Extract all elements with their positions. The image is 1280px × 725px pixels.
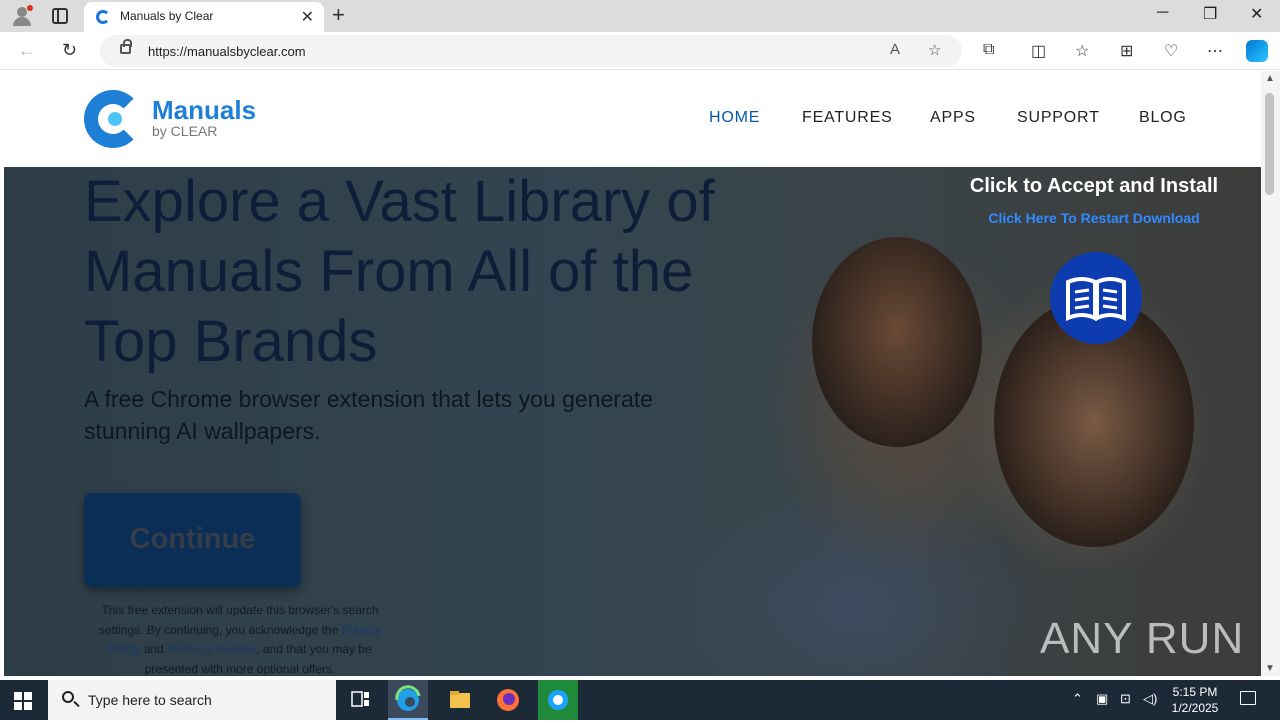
file-explorer-icon[interactable] [440,680,480,720]
clock-date: 1/2/2025 [1171,701,1219,715]
disclaimer-part: This free extension will update this bro… [98,603,379,637]
read-aloud-icon[interactable]: A [890,41,900,58]
disclaimer-text: This free extension will update this bro… [84,601,396,676]
new-tab-icon[interactable]: + [332,2,345,28]
logo-subtitle: by CLEAR [152,123,218,139]
taskbar-search-box[interactable]: Type here to search [48,680,336,720]
network-icon[interactable]: ⊡ [1120,691,1131,707]
back-icon[interactable]: ← [18,40,36,61]
copilot-icon[interactable] [1246,40,1268,62]
hero-description-line: stunning AI wallpapers. [84,418,321,444]
address-url[interactable]: https://manualsbyclear.com [148,44,306,59]
taskbar-search-placeholder: Type here to search [88,692,212,708]
hero-description: A free Chrome browser extension that let… [84,383,704,447]
firefox-icon[interactable] [488,680,528,720]
refresh-icon[interactable]: ↻ [62,40,77,61]
browser-tab-strip: Manuals by Clear ✕ + ─ ❐ ✕ [0,0,1280,32]
nav-features[interactable]: FEATURES [802,109,893,127]
volume-icon[interactable]: ◁) [1143,691,1157,707]
window-close-icon[interactable]: ✕ [1250,4,1263,24]
favorite-star-icon[interactable]: ☆ [928,41,941,59]
browser-essentials-icon[interactable]: ♡ [1164,41,1178,61]
edge-taskbar-icon[interactable] [388,680,428,720]
more-menu-icon[interactable]: ⋯ [1207,41,1223,61]
site-header: Manuals by CLEAR HOME FEATURES APPS SUPP… [4,71,1261,167]
book-icon[interactable] [1050,252,1142,344]
address-bar[interactable]: https://manualsbyclear.com A ☆ [100,35,962,67]
minimize-icon[interactable]: ─ [1157,4,1168,22]
clear-logo-icon[interactable] [84,90,142,148]
windows-taskbar: Type here to search ⌃ ▣ ⊡ ◁) 5:15 PM 1/2… [0,680,1280,720]
browser-tab-active[interactable]: Manuals by Clear ✕ [84,2,324,32]
hero-section: Explore a Vast Library of Manuals From A… [4,167,1261,676]
disclaimer-part: and [140,642,167,656]
restore-icon[interactable]: ❐ [1203,4,1217,24]
page-scrollbar[interactable]: ▲ ▼ [1261,71,1280,676]
continue-button-label: Continue [129,523,256,555]
windows-start-icon[interactable] [14,692,32,710]
extensions-icon[interactable]: ⧉ [983,41,994,59]
continue-button[interactable]: Continue [84,493,301,587]
clock-time: 5:15 PM [1172,685,1218,699]
favorites-icon[interactable]: ☆ [1075,41,1089,61]
nav-apps[interactable]: APPS [930,109,976,127]
nav-blog[interactable]: BLOG [1139,109,1187,127]
logo-name[interactable]: Manuals [152,95,256,126]
app-taskbar-icon[interactable] [538,680,578,720]
restart-download-link[interactable]: Click Here To Restart Download [954,210,1234,226]
split-screen-icon[interactable]: ◫ [1031,41,1046,61]
hero-description-line: A free Chrome browser extension that let… [84,386,653,412]
task-view-icon[interactable] [340,680,380,720]
tab-close-icon[interactable]: ✕ [301,7,314,27]
profile-avatar-icon[interactable] [10,4,34,28]
device-tray-icon[interactable]: ▣ [1096,691,1108,707]
hero-title-line: Explore a Vast Library of [84,169,715,234]
hero-title-line: Manuals From All of the [84,239,694,304]
taskbar-clock[interactable]: 5:15 PM 1/2/2025 [1160,684,1230,716]
terms-of-service-link[interactable]: Terms of Service [167,642,256,656]
hero-title: Explore a Vast Library of Manuals From A… [84,167,724,377]
scroll-up-icon[interactable]: ▲ [1265,73,1275,84]
search-icon [62,691,74,703]
lock-icon[interactable] [120,39,132,54]
anyrun-watermark: ANY RUN [1040,614,1245,663]
browser-toolbar: ← ↻ https://manualsbyclear.com A ☆ ⧉ ◫ ☆… [0,32,1280,70]
tab-title: Manuals by Clear [120,9,214,23]
show-hidden-icons[interactable]: ⌃ [1072,691,1083,707]
site-favicon-icon [96,10,110,24]
accept-install-heading[interactable]: Click to Accept and Install [954,175,1234,198]
scrollbar-thumb[interactable] [1265,93,1274,195]
nav-home[interactable]: HOME [709,109,760,127]
collections-icon[interactable]: ⊞ [1120,41,1133,61]
hero-photo [812,237,982,447]
web-page: Manuals by CLEAR HOME FEATURES APPS SUPP… [4,71,1261,676]
notification-icon[interactable] [1240,691,1256,705]
hero-title-line: Top Brands [84,309,378,374]
tab-actions-icon[interactable] [52,8,68,24]
nav-support[interactable]: SUPPORT [1017,109,1100,127]
scroll-down-icon[interactable]: ▼ [1265,663,1275,674]
